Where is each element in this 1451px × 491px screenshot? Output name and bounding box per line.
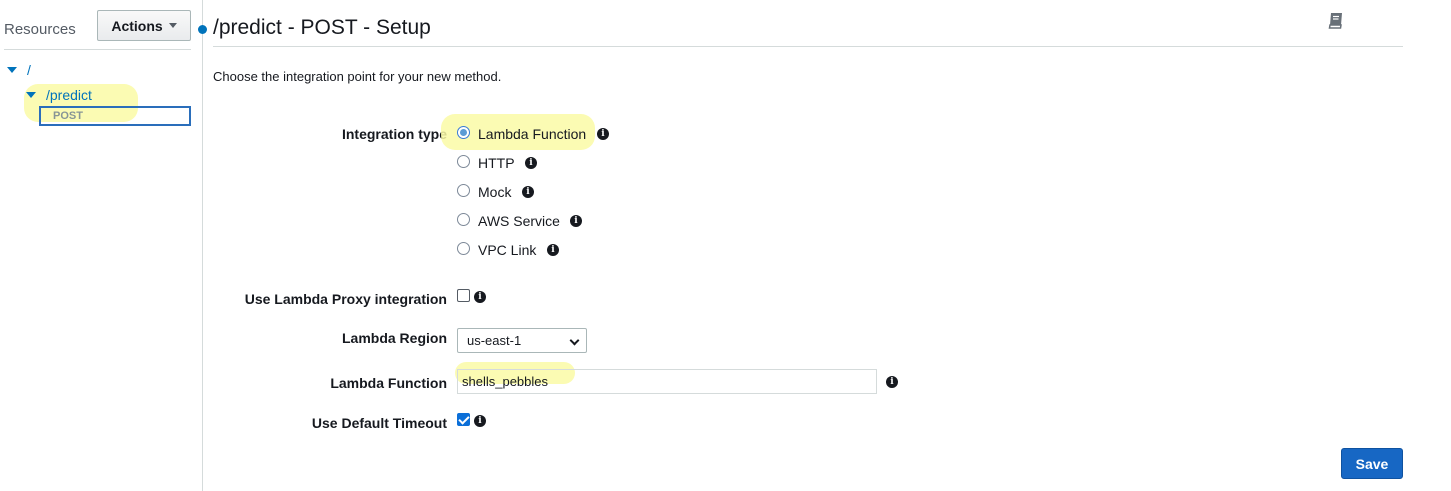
option-http: HTTP <box>478 155 515 171</box>
region-label: Lambda Region <box>341 330 447 346</box>
page-title: /predict - POST - Setup <box>213 16 431 39</box>
resources-panel: Resources Actions / /predict POST <box>0 0 203 491</box>
option-aws-service: AWS Service <box>478 213 560 229</box>
function-label: Lambda Function <box>330 375 447 391</box>
divider <box>4 49 191 50</box>
region-value: us-east-1 <box>467 333 522 348</box>
intro-text: Choose the integration point for your ne… <box>213 69 502 84</box>
radio-vpc-link[interactable] <box>457 242 470 255</box>
info-icon[interactable]: i <box>474 291 486 303</box>
save-button[interactable]: Save <box>1341 448 1403 479</box>
tree-item-predict[interactable]: /predict <box>46 87 92 103</box>
region-select[interactable]: us-east-1 <box>457 328 587 353</box>
actions-label: Actions <box>111 17 163 34</box>
info-icon[interactable]: i <box>547 244 559 256</box>
info-icon[interactable]: i <box>525 157 537 169</box>
radio-mock[interactable] <box>457 184 470 197</box>
expand-root-icon[interactable] <box>7 67 17 73</box>
title-divider <box>213 46 1403 47</box>
tree-item-post[interactable]: POST <box>39 106 191 126</box>
option-vpc-link: VPC Link <box>478 242 537 258</box>
option-mock: Mock <box>478 184 512 200</box>
resources-title: Resources <box>4 21 76 38</box>
option-lambda-function: Lambda Function <box>478 126 587 142</box>
radio-lambda-function[interactable] <box>457 126 470 139</box>
chevron-down-icon <box>569 335 580 346</box>
function-input[interactable] <box>457 369 877 394</box>
radio-aws-service[interactable] <box>457 213 470 226</box>
info-icon[interactable]: i <box>597 128 609 140</box>
selected-dot <box>198 25 207 34</box>
caret-down-icon <box>168 23 177 28</box>
info-icon[interactable]: i <box>474 415 486 427</box>
book-icon[interactable] <box>1326 11 1346 31</box>
proxy-checkbox[interactable] <box>457 289 470 302</box>
expand-predict-icon[interactable] <box>26 92 36 98</box>
radio-http[interactable] <box>457 155 470 168</box>
info-icon[interactable]: i <box>522 186 534 198</box>
timeout-label: Use Default Timeout <box>311 415 447 431</box>
info-icon[interactable]: i <box>886 376 898 388</box>
proxy-label: Use Lambda Proxy integration <box>244 291 447 307</box>
integration-type-label: Integration type <box>341 126 447 142</box>
info-icon[interactable]: i <box>570 215 582 227</box>
timeout-checkbox[interactable] <box>457 413 470 426</box>
actions-button[interactable]: Actions <box>97 10 191 41</box>
tree-item-root[interactable]: / <box>27 62 31 78</box>
